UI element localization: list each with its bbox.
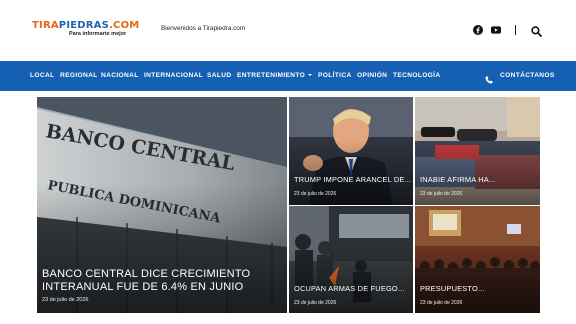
facebook-icon[interactable] bbox=[473, 25, 483, 35]
featured-article[interactable]: BANCO CENTRAL PUBLICA DOMINICANA BANCO C… bbox=[37, 97, 287, 313]
chevron-down-icon bbox=[308, 74, 313, 76]
nav-item-politica[interactable]: POLÍTICA bbox=[318, 72, 352, 80]
article-headline[interactable]: TRUMP IMPONE ARANCEL DE... bbox=[294, 175, 411, 184]
article-date: 23 de julio de 2026 bbox=[420, 191, 463, 197]
article-date: 23 de julio de 2026 bbox=[294, 191, 337, 197]
header-divider bbox=[515, 25, 516, 35]
nav-item-salud[interactable]: SALUD bbox=[207, 72, 231, 80]
logo-tagline: Para informarte mejor bbox=[69, 31, 127, 37]
youtube-icon[interactable] bbox=[491, 25, 501, 35]
nav-item-opinion[interactable]: OPINIÓN bbox=[357, 72, 387, 80]
article-card[interactable]: INABIE AFIRMA HA... 23 de julio de 2026 bbox=[415, 97, 540, 205]
logo-wordmark: TIRAPIEDRAS.COM bbox=[32, 20, 140, 31]
featured-headline[interactable]: BANCO CENTRAL DICE CRECIMIENTO INTERANUA… bbox=[42, 268, 282, 294]
nav-item-entretenimiento[interactable]: ENTRETENIMIENTO bbox=[237, 72, 313, 80]
article-card[interactable]: TRUMP IMPONE ARANCEL DE... 23 de julio d… bbox=[289, 97, 413, 205]
nav-item-local[interactable]: LOCAL bbox=[30, 72, 54, 80]
nav-item-entretenimiento-label: ENTRETENIMIENTO bbox=[237, 72, 306, 79]
article-headline[interactable]: PRESUPUESTO... bbox=[420, 284, 485, 293]
article-card[interactable]: PRESUPUESTO... 23 de julio de 2026 bbox=[415, 206, 540, 313]
nav-item-regional[interactable]: REGIONAL bbox=[60, 72, 98, 80]
nav-item-nacional[interactable]: NACIONAL bbox=[101, 72, 139, 80]
site-header: TIRAPIEDRAS.COM Para informarte mejor Bi… bbox=[0, 0, 576, 61]
article-headline[interactable]: INABIE AFIRMA HA... bbox=[420, 175, 496, 184]
article-headline[interactable]: OCUPAN ARMAS DE FUEGO... bbox=[294, 284, 405, 293]
phone-icon bbox=[485, 71, 493, 84]
article-date: 23 de julio de 2026 bbox=[294, 300, 337, 306]
welcome-text: Bienvenidos a Tirapiedra.com bbox=[161, 25, 246, 32]
nav-item-tecnologia[interactable]: TECNOLOGÍA bbox=[393, 72, 440, 80]
search-icon[interactable] bbox=[531, 24, 542, 37]
site-logo[interactable]: TIRAPIEDRAS.COM Para informarte mejor bbox=[32, 20, 139, 38]
nav-item-internacional[interactable]: INTERNACIONAL bbox=[144, 72, 203, 80]
featured-date: 23 de julio de 2026 bbox=[42, 297, 89, 303]
article-card[interactable]: OCUPAN ARMAS DE FUEGO... 23 de julio de … bbox=[289, 206, 413, 313]
article-date: 23 de julio de 2026 bbox=[420, 300, 463, 306]
nav-item-contactanos[interactable]: CONTÁCTANOS bbox=[500, 72, 555, 80]
